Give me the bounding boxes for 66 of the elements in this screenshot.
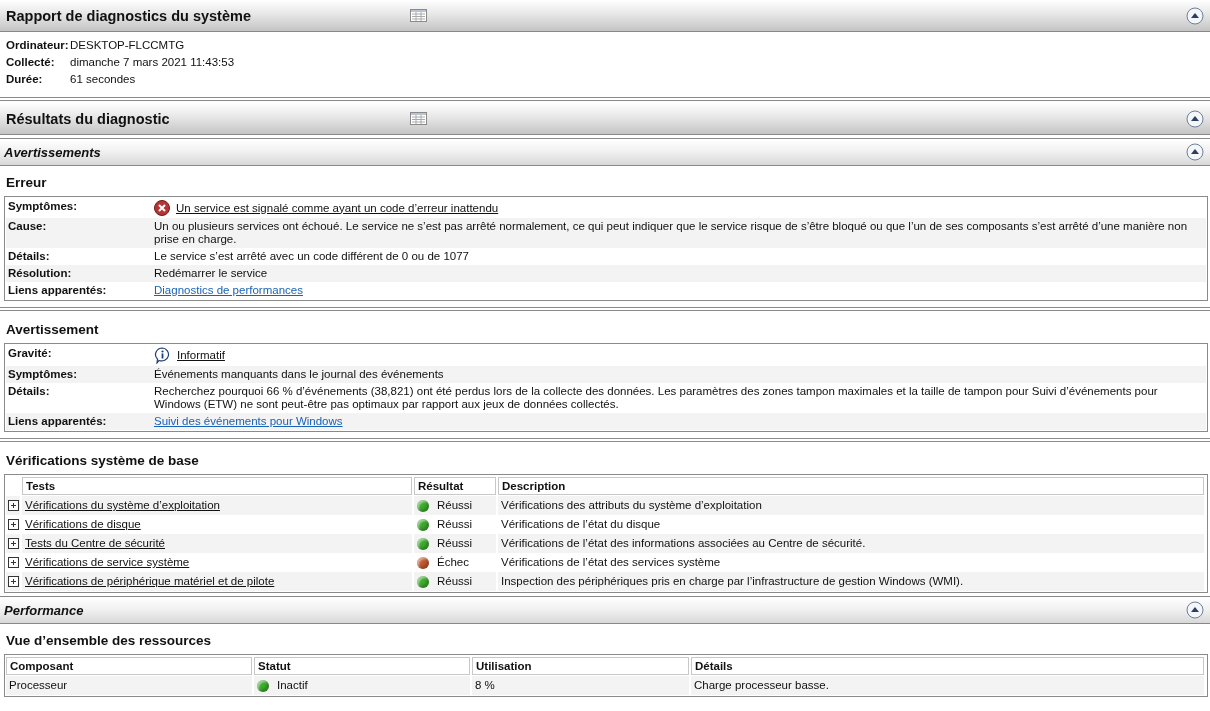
description-text: Vérifications des attributs du système d’exploitation xyxy=(501,498,762,513)
detail-value: Le service s’est arrêté avec un code différent de 0 ou de 1077 xyxy=(154,250,469,263)
test-link[interactable]: Vérifications de service système xyxy=(25,553,190,572)
expand-button[interactable] xyxy=(8,519,19,530)
info-label: Collecté: xyxy=(6,55,56,70)
description-text: Vérifications de l’état des services système xyxy=(501,555,721,570)
column-header: Utilisation xyxy=(472,657,689,675)
column-header: Détails xyxy=(691,657,1204,675)
expand-button[interactable] xyxy=(8,538,19,549)
table-icon[interactable] xyxy=(410,9,427,22)
usage-text: 8 % xyxy=(475,678,495,693)
expand-button[interactable] xyxy=(8,576,19,587)
status-text: Inactif xyxy=(277,678,308,693)
description-text: Vérifications de l’état du disque xyxy=(501,517,661,532)
details-text: Charge processeur basse. xyxy=(694,678,829,693)
column-header: Composant xyxy=(6,657,252,675)
info-value: dimanche 7 mars 2021 11:43:53 xyxy=(70,55,236,70)
component-text: Processeur xyxy=(9,678,68,693)
collapse-button[interactable] xyxy=(1186,143,1204,161)
info-label: Ordinateur: xyxy=(6,38,70,53)
description-text: Vérifications de l’état des informations associées au Centre de sécurité. xyxy=(501,536,866,551)
group-heading: Avertissement xyxy=(5,321,100,339)
info-value: 61 secondes xyxy=(70,72,137,87)
detail-value: Événements manquants dans le journal des événements xyxy=(154,368,444,381)
collapse-button[interactable] xyxy=(1186,109,1204,128)
group-heading: Vue d’ensemble des ressources xyxy=(5,632,213,650)
description-text: Inspection des périphériques pris en charge par l’infrastructure de gestion Windows (WMI). xyxy=(501,574,964,589)
detail-value: Recherchez pourquoi 66 % d’événements (38,821) ont été perdus lors de la collecte des données. Les paramètres des zones tampon maximales et la taille de tampon pour Suivi d’événements pour Windows (ETW) ne sont peut-être pas optimaux par rapport aux jeux de données collectés. xyxy=(154,385,1159,411)
symptom-link[interactable]: Un service est signalé comme ayant un code d’erreur inattendu xyxy=(176,201,499,215)
section-title: Résultats du diagnostic xyxy=(6,110,171,127)
detail-label: Symptômes: xyxy=(8,200,79,214)
result-text: Réussi xyxy=(437,574,473,589)
group-heading: Vérifications système de base xyxy=(5,452,200,470)
column-header: Tests xyxy=(22,477,412,495)
table-icon[interactable] xyxy=(410,112,427,125)
column-header: Description xyxy=(498,477,1204,495)
detail-label: Symptômes: xyxy=(8,368,79,381)
detail-label: Résolution: xyxy=(8,267,73,280)
info-label: Durée: xyxy=(6,72,44,87)
subsection-title: Avertissements xyxy=(4,144,101,160)
detail-value: Un ou plusieurs services ont échoué. Le service ne s’est pas arrêté normalement, ce qui peut indiquer que le service risque de s’être bloqué ou que l’un de ses composants s’est arrêté d’une manière non prise en charge. xyxy=(154,220,1189,246)
related-link[interactable]: Diagnostics de performances xyxy=(154,284,303,297)
column-header: Statut xyxy=(254,657,470,675)
detail-label: Cause: xyxy=(8,220,48,234)
detail-label: Détails: xyxy=(8,250,51,263)
column-header: Résultat xyxy=(414,477,496,495)
expand-button[interactable] xyxy=(8,500,19,511)
detail-value: Redémarrer le service xyxy=(154,267,268,280)
result-text: Réussi xyxy=(437,498,473,513)
detail-label: Gravité: xyxy=(8,347,53,361)
collapse-button[interactable] xyxy=(1186,6,1204,25)
test-link[interactable]: Vérifications de disque xyxy=(25,515,141,534)
detail-label: Détails: xyxy=(8,385,51,399)
expand-button[interactable] xyxy=(8,557,19,568)
result-text: Réussi xyxy=(437,536,473,551)
result-text: Réussi xyxy=(437,517,473,532)
collapse-button[interactable] xyxy=(1186,601,1204,619)
group-heading: Erreur xyxy=(5,174,48,192)
severity-link[interactable]: Informatif xyxy=(177,349,225,362)
related-link[interactable]: Suivi des événements pour Windows xyxy=(154,415,343,428)
subsection-title: Performance xyxy=(4,602,84,618)
info-value: DESKTOP-FLCCMTG xyxy=(70,38,186,53)
detail-label: Liens apparentés: xyxy=(8,415,108,428)
result-text: Échec xyxy=(437,555,469,570)
detail-label: Liens apparentés: xyxy=(8,284,108,297)
section-title: Rapport de diagnostics du système xyxy=(6,7,252,24)
